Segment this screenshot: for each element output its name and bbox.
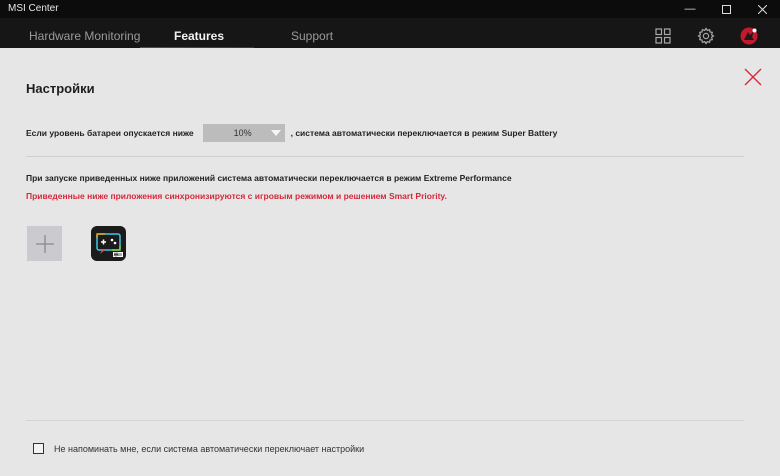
battery-level-value: 10% xyxy=(233,128,252,138)
apps-info-text: При запуске приведенных ниже приложений … xyxy=(26,173,512,183)
title-bar: MSI Center — xyxy=(0,0,780,18)
apps-warning-text: Приведенные ниже приложения синхронизиру… xyxy=(26,191,447,201)
settings-panel: Настройки Если уровень батареи опускаетс… xyxy=(0,48,780,476)
close-icon xyxy=(757,4,767,14)
chevron-down-icon xyxy=(270,130,281,136)
add-app-button[interactable] xyxy=(27,226,62,261)
minimize-button[interactable]: — xyxy=(672,0,708,18)
app-tile[interactable] xyxy=(91,226,126,261)
maximize-button[interactable] xyxy=(708,0,744,18)
page-title: Настройки xyxy=(26,81,95,96)
maximize-icon xyxy=(721,4,731,14)
battery-level-dropdown[interactable]: 10% xyxy=(202,124,285,142)
section-divider xyxy=(26,156,744,157)
tab-hardware-monitoring[interactable]: Hardware Monitoring xyxy=(29,29,140,43)
window-close-button[interactable] xyxy=(744,0,780,18)
tab-features[interactable]: Features xyxy=(174,29,224,43)
msi-gaming-app-icon xyxy=(96,233,123,258)
battery-suffix-label: , система автоматически переключается в … xyxy=(290,128,558,138)
grid-apps-icon xyxy=(655,28,671,44)
minimize-icon: — xyxy=(684,3,696,15)
dragon-avatar-icon xyxy=(740,27,758,45)
footer-divider xyxy=(26,420,744,421)
close-settings-icon[interactable] xyxy=(742,66,764,88)
tab-support[interactable]: Support xyxy=(291,29,333,43)
dont-remind-label[interactable]: Не напоминать мне, если система автомати… xyxy=(54,444,364,454)
tab-bar: Hardware Monitoring Features Support xyxy=(0,18,780,49)
apps-grid-button[interactable] xyxy=(653,26,673,46)
window-title: MSI Center xyxy=(8,3,59,14)
settings-button[interactable] xyxy=(696,26,716,46)
settings-gear-icon xyxy=(697,27,715,45)
profile-avatar-button[interactable] xyxy=(739,26,759,46)
battery-threshold-row: Если уровень батареи опускается ниже 10%… xyxy=(26,124,557,142)
plus-icon xyxy=(35,234,54,253)
battery-prefix-label: Если уровень батареи опускается ниже xyxy=(26,128,194,138)
dont-remind-checkbox[interactable] xyxy=(33,443,44,454)
